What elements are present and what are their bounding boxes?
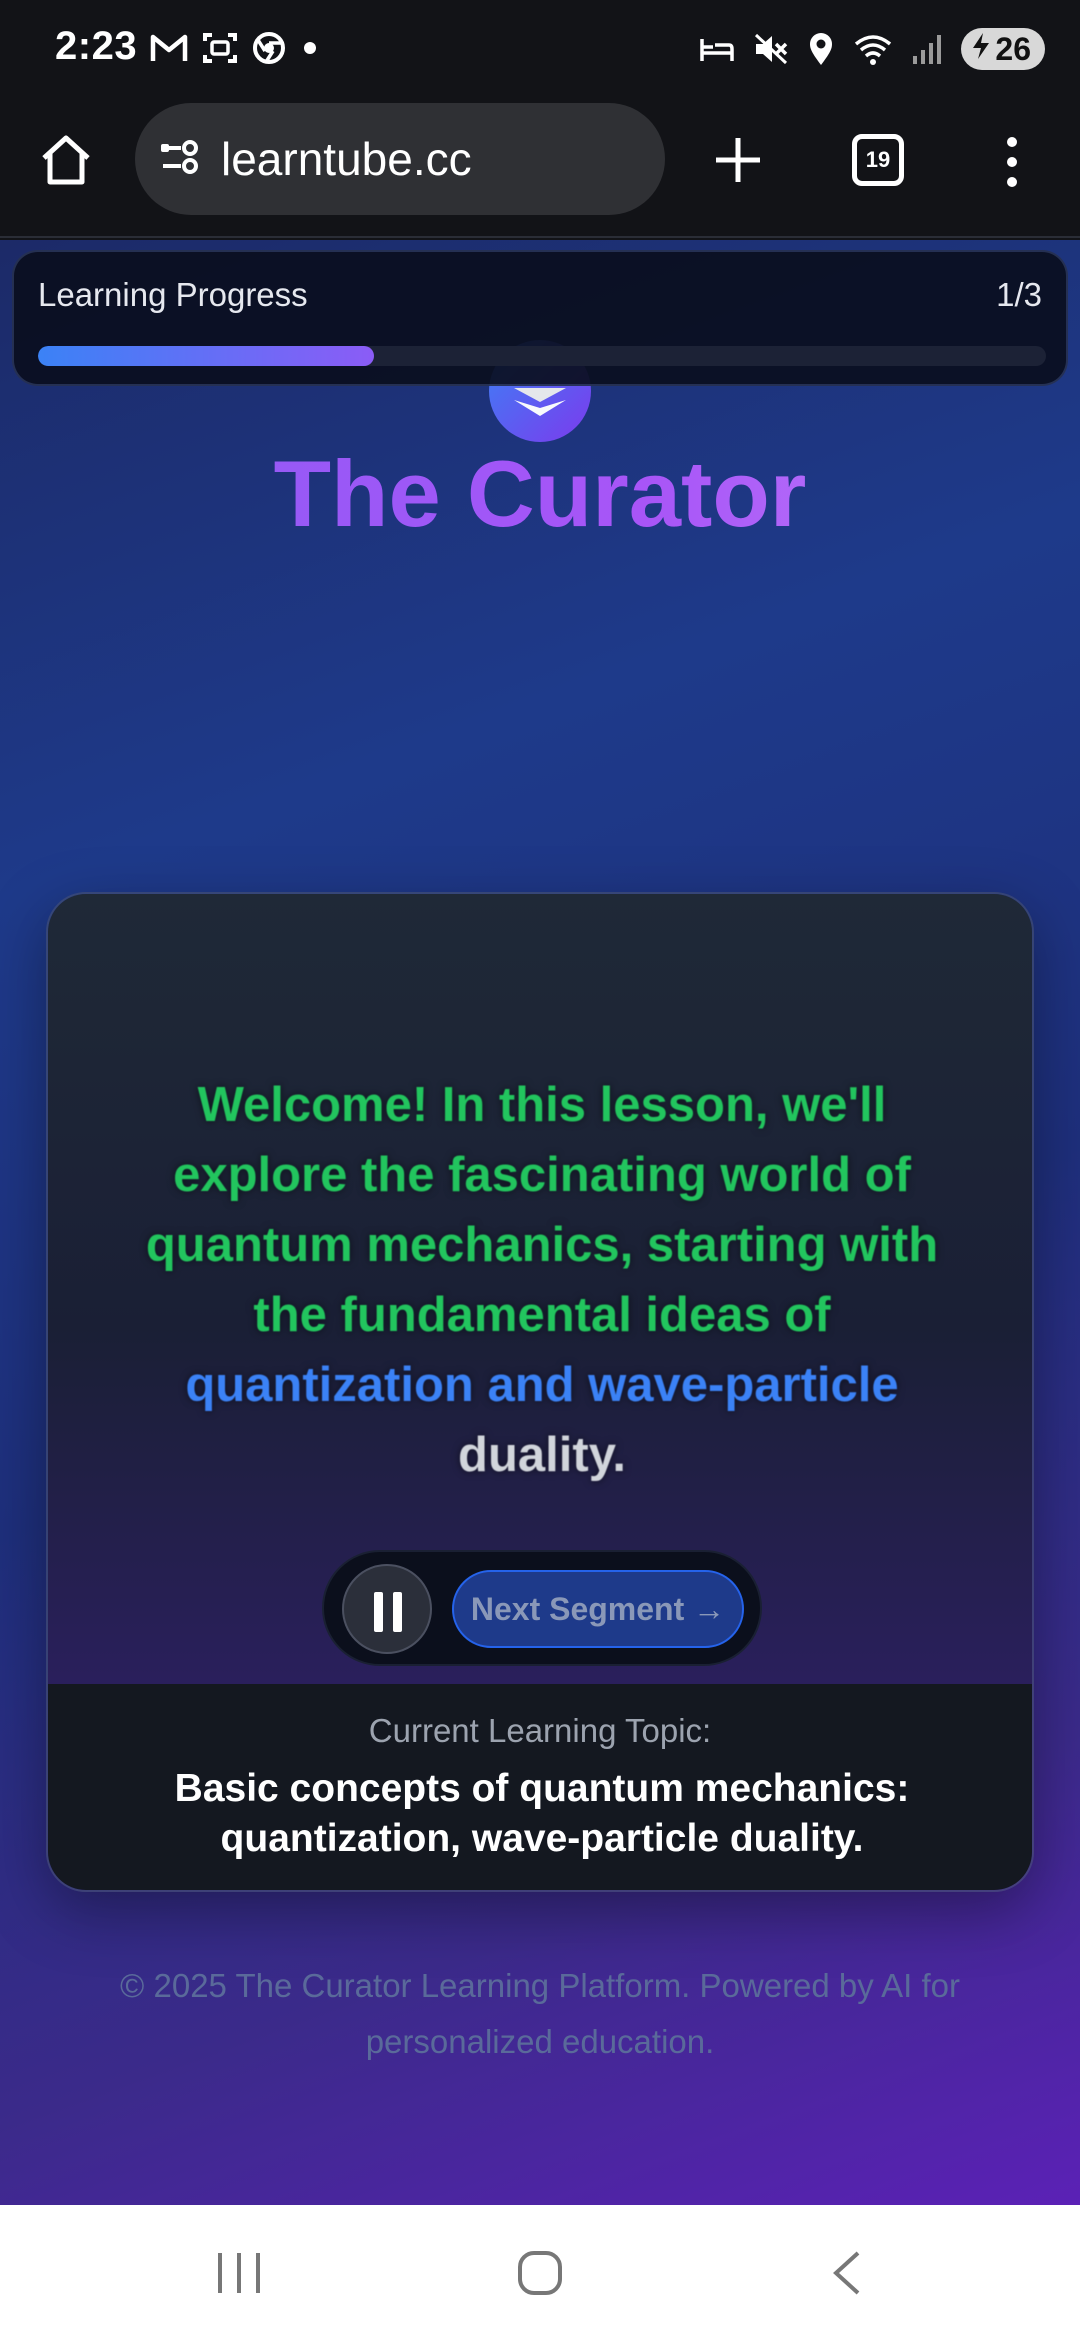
address-bar[interactable]: learntube.cc: [135, 103, 665, 215]
more-vertical-icon: [1007, 137, 1017, 187]
lesson-video-stage: Welcome! In this lesson, we'll explore t…: [48, 894, 1032, 1684]
signal-icon: [911, 32, 943, 66]
current-topic-panel: Current Learning Topic: Basic concepts o…: [48, 1684, 1032, 1890]
lesson-card: Welcome! In this lesson, we'll explore t…: [46, 892, 1034, 1892]
browser-menu-button[interactable]: [1000, 132, 1024, 192]
system-navigation-bar: [0, 2205, 1080, 2340]
tab-switcher-button[interactable]: 19: [852, 134, 904, 186]
page-title: The Curator: [0, 440, 1080, 548]
home-circle-icon: [518, 2251, 562, 2295]
url-text[interactable]: learntube.cc: [221, 132, 472, 186]
topic-text: Basic concepts of quantum mechanics: qua…: [174, 1767, 910, 1860]
status-left-icons: [150, 30, 320, 66]
dot-icon: [300, 38, 320, 58]
home-button[interactable]: [36, 130, 96, 190]
plus-icon: [716, 138, 760, 182]
screenshot-icon: [202, 30, 238, 66]
home-nav-button[interactable]: [516, 2249, 564, 2297]
browser-toolbar: learntube.cc 19: [0, 100, 1080, 238]
lesson-subtitle: Welcome! In this lesson, we'll explore t…: [108, 1070, 976, 1490]
recent-apps-button[interactable]: [214, 2249, 264, 2297]
status-right-icons: 26: [699, 28, 1045, 70]
gmail-icon: [150, 31, 188, 65]
progress-track: [38, 346, 1046, 366]
home-icon: [42, 135, 90, 185]
recent-apps-icon: [218, 2253, 260, 2293]
back-icon: [833, 2251, 860, 2295]
playback-controls: Next Segment →: [322, 1550, 762, 1666]
new-tab-button[interactable]: [708, 130, 768, 190]
learning-progress-card: Learning Progress 1/3: [12, 250, 1068, 386]
battery-indicator: 26: [961, 28, 1045, 70]
subtitle-spoken-text: Welcome! In this lesson, we'll explore t…: [145, 1078, 939, 1342]
footer-text: © 2025 The Curator Learning Platform. Po…: [120, 1967, 960, 2060]
pause-icon: [374, 1592, 383, 1632]
progress-fill: [38, 346, 374, 366]
pause-button[interactable]: [342, 1564, 432, 1654]
status-bar: 2:23 26: [0, 0, 1080, 100]
wifi-icon: [853, 32, 893, 66]
progress-count: 1/3: [996, 276, 1042, 313]
battery-icon: [971, 31, 991, 68]
battery-level: 26: [995, 30, 1031, 67]
web-page: Learning Progress 1/3 The Curator Welcom…: [0, 240, 1080, 2205]
subtitle-current-text: quantization and wave-particle: [185, 1358, 899, 1412]
back-button[interactable]: [826, 2249, 866, 2297]
progress-label: Learning Progress: [38, 276, 308, 313]
bed-icon: [699, 33, 735, 65]
status-time: 2:23: [55, 24, 138, 68]
mute-icon: [753, 32, 789, 66]
site-settings-icon[interactable]: [159, 137, 203, 182]
location-icon: [807, 31, 835, 67]
tab-count: 19: [865, 147, 891, 172]
chrome-icon: [252, 31, 286, 65]
topic-label: Current Learning Topic:: [368, 1712, 712, 1749]
next-segment-button[interactable]: Next Segment →: [452, 1570, 744, 1648]
subtitle-upcoming-text: duality.: [458, 1428, 626, 1482]
